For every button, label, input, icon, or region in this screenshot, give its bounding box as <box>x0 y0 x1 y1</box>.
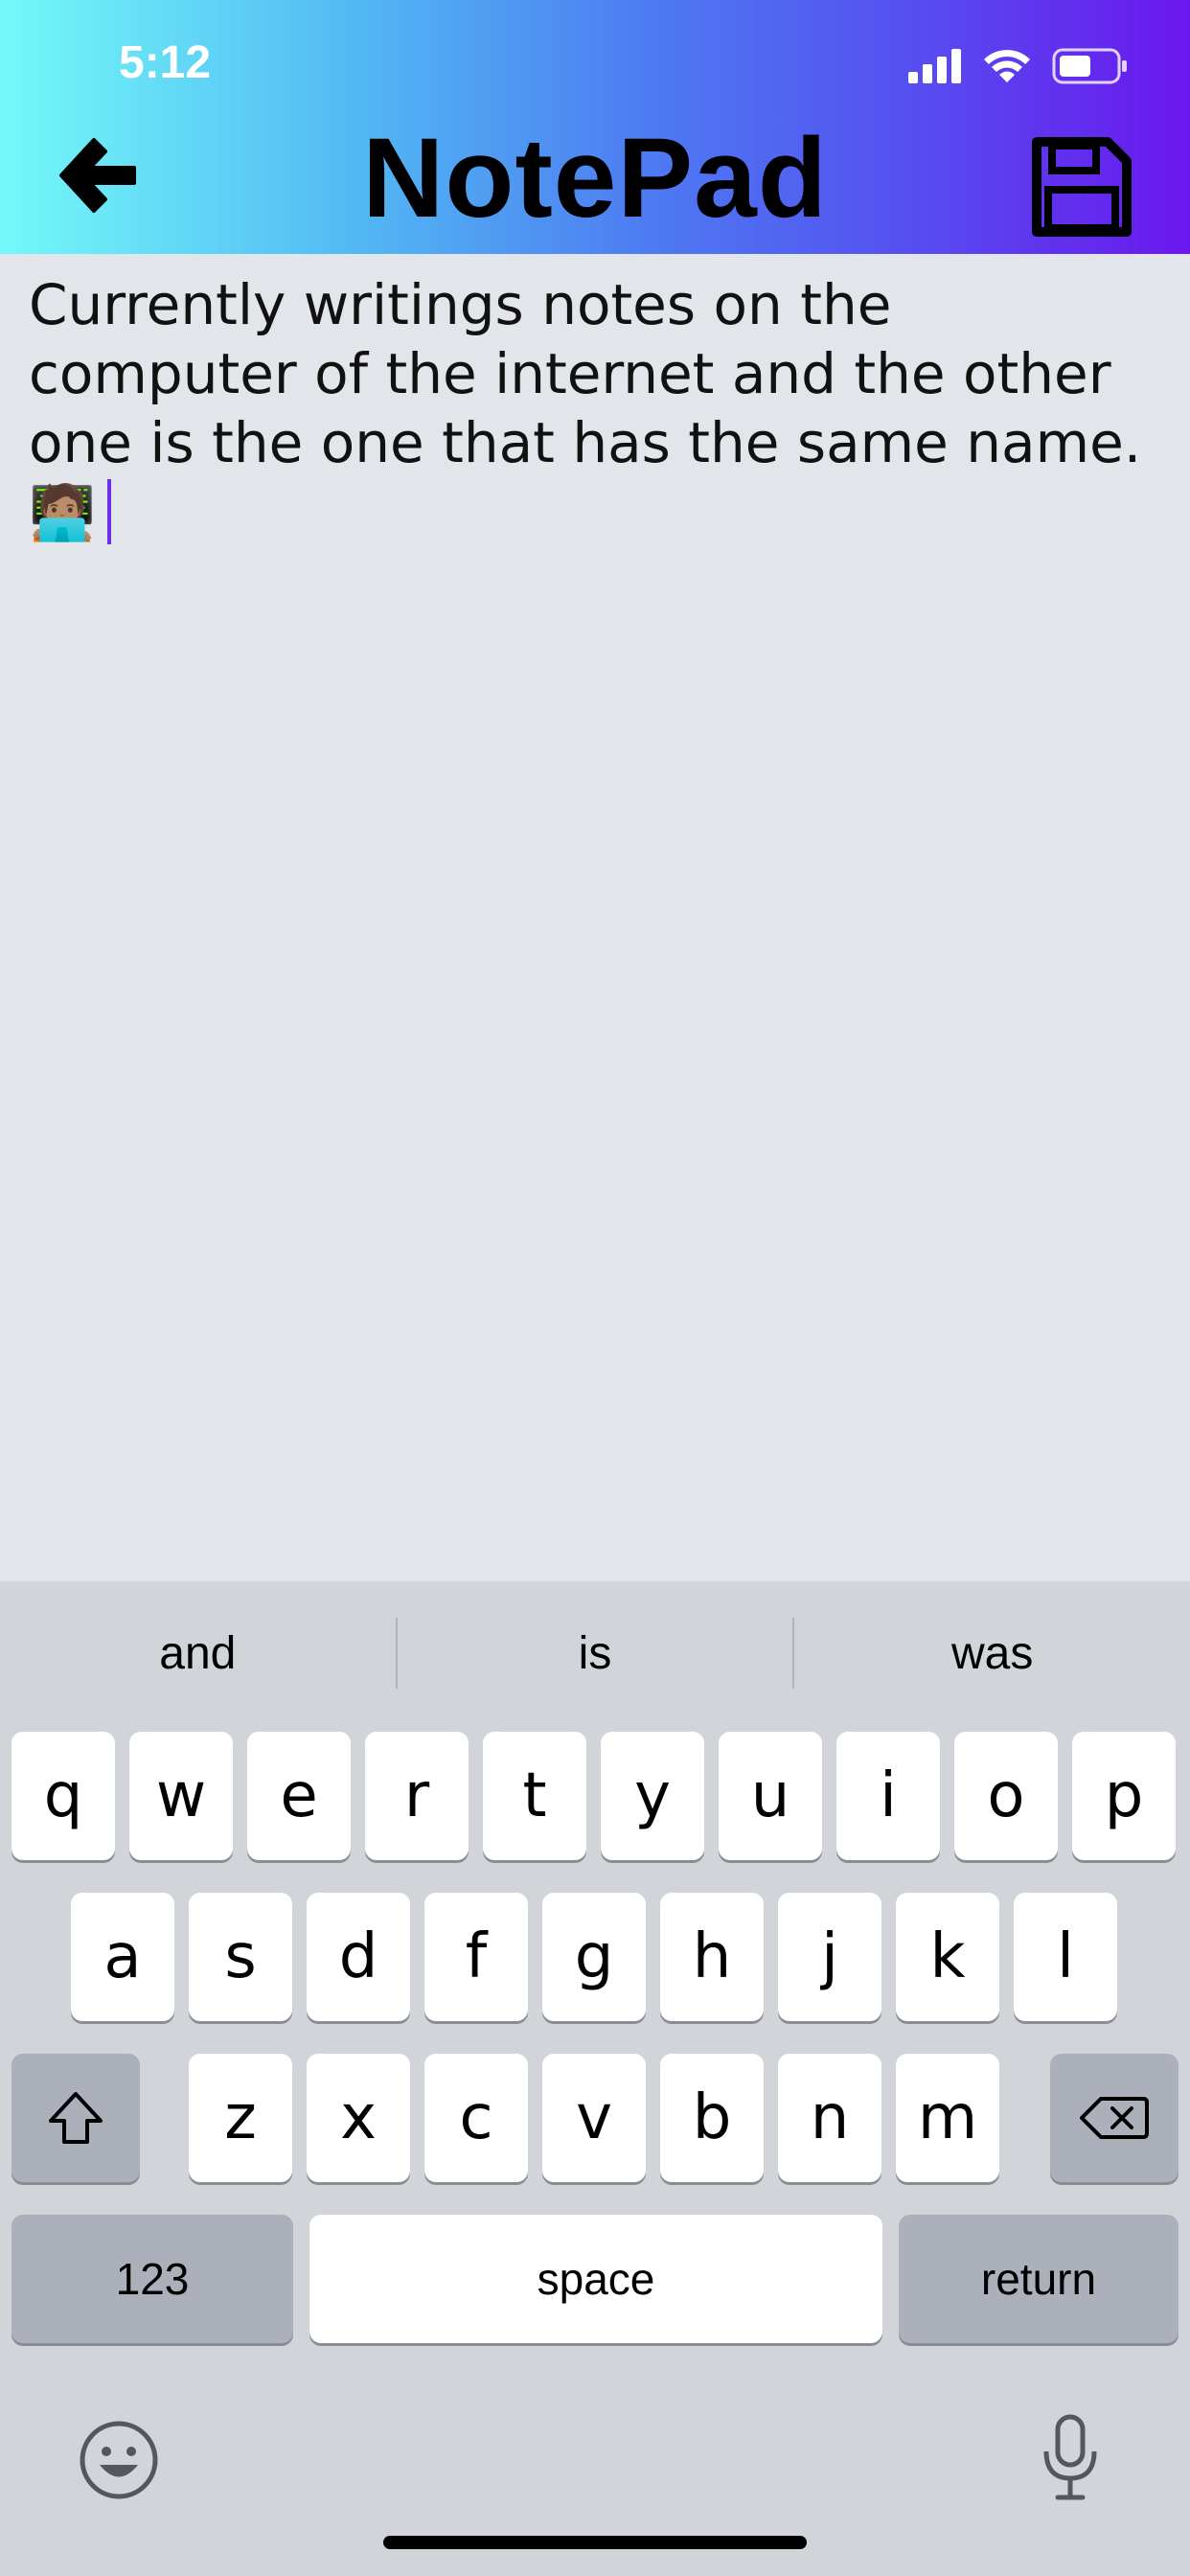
shift-arrow-icon <box>49 2092 103 2144</box>
key-q[interactable]: q <box>11 1732 115 1860</box>
shift-key[interactable] <box>11 2054 140 2182</box>
key-o[interactable]: o <box>954 1732 1058 1860</box>
suggestion-3[interactable]: was <box>794 1581 1190 1725</box>
key-j[interactable]: j <box>778 1893 881 2021</box>
status-icons <box>908 42 1129 90</box>
key-k[interactable]: k <box>896 1893 999 2021</box>
key-r[interactable]: r <box>365 1732 469 1860</box>
space-key[interactable]: space <box>309 2215 882 2343</box>
save-button[interactable] <box>1031 136 1133 238</box>
page-title: NotePad <box>362 115 828 242</box>
key-m[interactable]: m <box>896 2054 999 2182</box>
key-w[interactable]: w <box>129 1732 233 1860</box>
floppy-disk-icon <box>1032 137 1132 237</box>
technologist-emoji: 🧑🏽‍💻 <box>29 482 96 544</box>
key-f[interactable]: f <box>424 1893 528 2021</box>
key-t[interactable]: t <box>483 1732 586 1860</box>
key-n[interactable]: n <box>778 2054 881 2182</box>
return-key[interactable]: return <box>899 2215 1179 2343</box>
backspace-icon <box>1080 2097 1149 2139</box>
emoji-button[interactable] <box>79 2420 159 2505</box>
note-text-area[interactable]: Currently writings notes on the computer… <box>29 270 1159 548</box>
note-text: Currently writings notes on the computer… <box>29 272 1142 475</box>
app-header: 5:12 NotePad <box>0 0 1190 254</box>
microphone-icon <box>1043 2414 1097 2500</box>
keyboard: and is was q w e r t y u i o p a s d f g… <box>0 1581 1190 2576</box>
suggestion-1[interactable]: and <box>0 1581 396 1725</box>
key-p[interactable]: p <box>1072 1732 1176 1860</box>
text-cursor <box>106 479 111 544</box>
key-l[interactable]: l <box>1014 1893 1117 2021</box>
suggestion-bar: and is was <box>0 1581 1190 1725</box>
battery-icon <box>1052 48 1127 84</box>
key-a[interactable]: a <box>71 1893 174 2021</box>
key-s[interactable]: s <box>189 1893 292 2021</box>
delete-key[interactable] <box>1050 2054 1179 2182</box>
key-z[interactable]: z <box>189 2054 292 2182</box>
suggestion-2[interactable]: is <box>398 1581 793 1725</box>
smiley-face-icon <box>80 2421 158 2499</box>
numbers-key[interactable]: 123 <box>11 2215 293 2343</box>
key-i[interactable]: i <box>836 1732 940 1860</box>
key-e[interactable]: e <box>247 1732 351 1860</box>
dictation-button[interactable] <box>1041 2413 1100 2506</box>
key-g[interactable]: g <box>542 1893 646 2021</box>
key-c[interactable]: c <box>424 2054 528 2182</box>
status-time: 5:12 <box>119 37 212 88</box>
key-x[interactable]: x <box>307 2054 410 2182</box>
key-v[interactable]: v <box>542 2054 646 2182</box>
key-b[interactable]: b <box>660 2054 764 2182</box>
key-y[interactable]: y <box>601 1732 704 1860</box>
home-indicator <box>383 2536 807 2549</box>
key-d[interactable]: d <box>307 1893 410 2021</box>
cellular-signal-icon <box>908 49 961 83</box>
wifi-icon <box>984 50 1030 82</box>
key-u[interactable]: u <box>719 1732 822 1860</box>
key-h[interactable]: h <box>660 1893 764 2021</box>
